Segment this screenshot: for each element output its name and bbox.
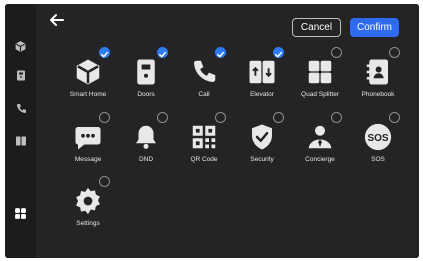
sidebar [5, 4, 36, 258]
elevator-icon [15, 136, 26, 146]
tile-message[interactable]: Message [64, 112, 112, 170]
sidebar-item-smart-home[interactable] [5, 35, 36, 57]
unselected-badge [99, 176, 110, 187]
unselected-badge [331, 112, 342, 123]
tile-qr-code[interactable]: QR Code [180, 112, 228, 170]
sos-icon: SOS [364, 123, 392, 151]
tile-elevator[interactable]: Elevator [238, 47, 286, 105]
gear-icon [76, 187, 100, 215]
phone-icon [194, 60, 216, 82]
elevator-icon [249, 60, 275, 84]
back-arrow-icon[interactable] [48, 13, 64, 27]
smart-home-icon [76, 59, 100, 85]
tile-sos[interactable]: SOS SOS [354, 112, 402, 170]
cancel-button[interactable]: Cancel [292, 18, 341, 37]
selected-check-badge [157, 47, 168, 58]
unselected-badge [215, 112, 226, 123]
tile-label: Security [250, 156, 274, 163]
tile-doors[interactable]: Doors [122, 47, 170, 105]
apps-grid-icon [15, 207, 26, 219]
device-screen: Cancel Confirm Smart Home Doors Call Ele… [5, 4, 419, 258]
qr-code-icon [192, 125, 216, 149]
door-icon [137, 59, 155, 85]
tile-label: Phonebook [361, 91, 395, 98]
unselected-badge [331, 47, 342, 58]
unselected-badge [99, 112, 110, 123]
selected-check-badge [99, 47, 110, 58]
tile-label: Message [74, 156, 102, 163]
sidebar-item-elevator[interactable] [5, 130, 36, 152]
tile-label: Elevator [250, 91, 274, 98]
unselected-badge [157, 112, 168, 123]
selected-check-badge [215, 47, 226, 58]
tile-dnd[interactable]: DND [122, 112, 170, 170]
selected-check-badge [273, 47, 284, 58]
phone-icon [16, 104, 26, 113]
concierge-icon [308, 125, 332, 149]
quad-splitter-icon [308, 60, 332, 84]
smart-home-icon [15, 40, 26, 52]
tile-concierge[interactable]: Concierge [296, 112, 344, 170]
sidebar-item-call[interactable] [5, 98, 36, 120]
tile-label: Concierge [305, 156, 335, 163]
unselected-badge [389, 47, 400, 58]
tile-phonebook[interactable]: Phonebook [354, 47, 402, 105]
tile-security[interactable]: Security [238, 112, 286, 170]
tile-label: Settings [76, 220, 100, 227]
shield-icon [252, 124, 272, 150]
tile-label: DND [138, 156, 154, 163]
message-icon [75, 127, 101, 150]
sidebar-item-apps[interactable] [5, 202, 36, 224]
unselected-badge [273, 112, 284, 123]
svg-text:SOS: SOS [367, 133, 388, 144]
tile-label: SOS [371, 156, 385, 163]
door-icon [16, 70, 25, 80]
phonebook-icon [366, 59, 388, 85]
tile-settings[interactable]: Settings [64, 176, 112, 234]
tile-label: QR Code [190, 156, 218, 163]
tile-quad-splitter[interactable]: Quad Splitter [296, 47, 344, 105]
tile-label: Quad Splitter [301, 91, 339, 98]
tile-label: Doors [137, 91, 155, 98]
main-panel: Cancel Confirm Smart Home Doors Call Ele… [36, 4, 419, 258]
tile-smart-home[interactable]: Smart Home [64, 47, 112, 105]
bell-icon [136, 125, 156, 149]
confirm-button[interactable]: Confirm [350, 18, 399, 37]
tile-label: Call [198, 91, 210, 98]
sidebar-item-doors[interactable] [5, 64, 36, 86]
unselected-badge [389, 112, 400, 123]
tile-label: Smart Home [69, 91, 107, 98]
tile-call[interactable]: Call [180, 47, 228, 105]
